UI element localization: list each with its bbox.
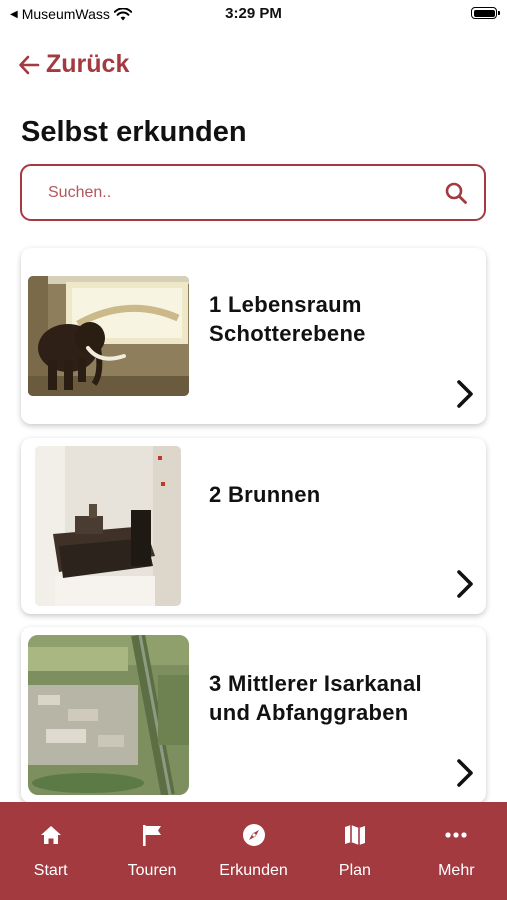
battery-icon (471, 7, 500, 19)
station-image-aerial (28, 635, 189, 795)
chevron-right-icon (457, 380, 473, 408)
status-bar: ◀ MuseumWass 3:29 PM (0, 0, 507, 28)
tab-touren[interactable]: Touren (101, 802, 202, 900)
search-box[interactable] (20, 164, 486, 221)
tab-erkunden[interactable]: Erkunden (203, 802, 304, 900)
tab-plan[interactable]: Plan (304, 802, 405, 900)
station-image-mammoth (28, 276, 189, 396)
station-card[interactable]: 1 Lebensraum Schotterebene (21, 248, 486, 424)
home-icon (40, 826, 61, 844)
status-time: 3:29 PM (225, 5, 282, 22)
tab-label: Erkunden (219, 862, 288, 879)
tab-label: Plan (338, 862, 371, 879)
station-card[interactable]: 2 Brunnen (21, 438, 486, 614)
tab-start[interactable]: Start (0, 802, 101, 900)
station-title: 3 Mittlerer Isarkanal und Abfanggraben (209, 671, 422, 725)
tab-label: Mehr (438, 862, 475, 879)
search-icon[interactable] (444, 181, 468, 205)
back-button[interactable]: Zurück (18, 50, 129, 79)
chevron-right-icon (457, 759, 473, 787)
more-icon (445, 832, 467, 838)
bottom-tab-bar: Start Touren Erkunden Plan Mehr (0, 802, 507, 900)
page-title: Selbst erkunden (21, 116, 247, 148)
arrow-left-icon (19, 55, 40, 74)
station-title: 2 Brunnen (209, 482, 321, 507)
tab-mehr[interactable]: Mehr (406, 802, 507, 900)
compass-icon (242, 824, 265, 846)
search-input[interactable] (46, 182, 444, 203)
tab-label: Touren (127, 862, 177, 879)
chevron-right-icon (457, 570, 473, 598)
map-icon (344, 825, 365, 845)
station-image-well (35, 446, 181, 606)
tab-label: Start (33, 862, 68, 879)
station-card[interactable]: 3 Mittlerer Isarkanal und Abfanggraben (21, 627, 486, 803)
station-title: 1 Lebensraum Schotterebene (209, 292, 366, 346)
back-label: Zurück (46, 50, 130, 78)
flag-icon (143, 825, 162, 846)
